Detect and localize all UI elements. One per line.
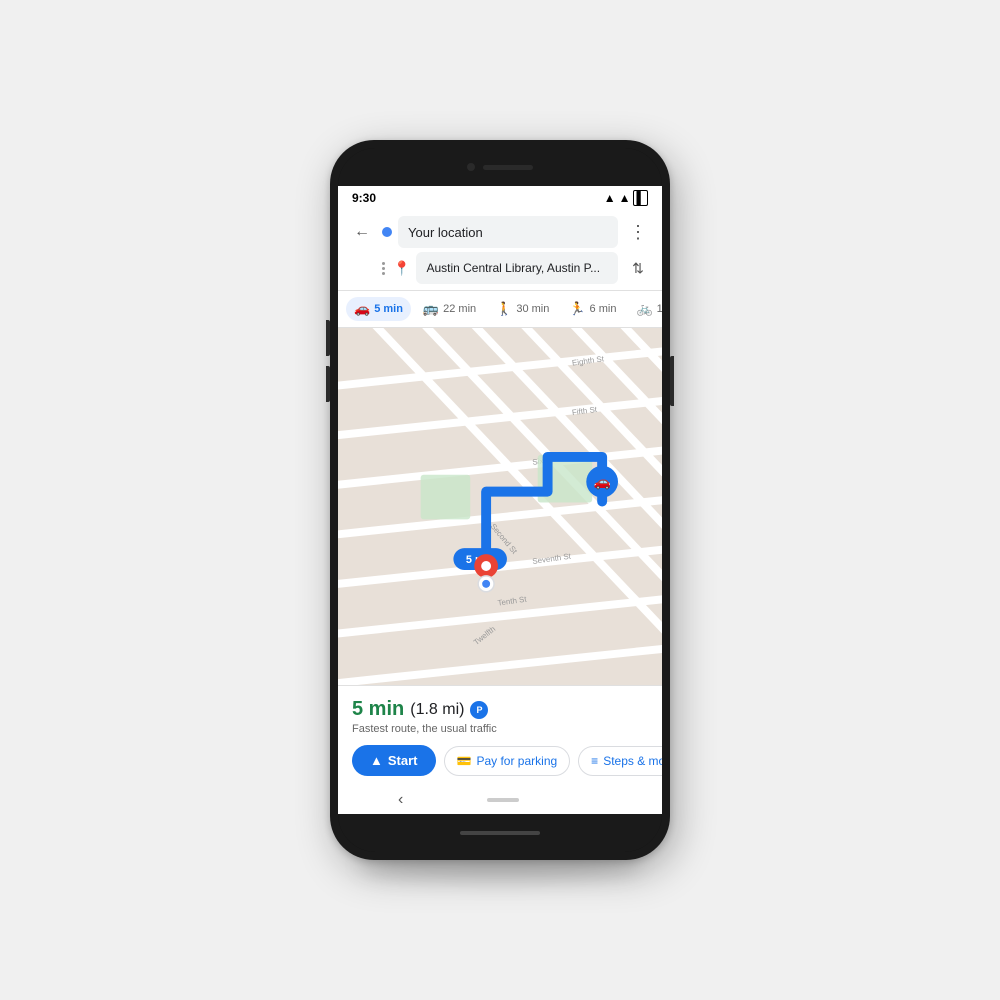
- route-info: 5 min (1.8 mi) P: [352, 698, 648, 721]
- left-side-buttons: [326, 320, 330, 402]
- running-icon: 🏃: [569, 301, 585, 317]
- driving-icon: 🚗: [354, 301, 370, 317]
- origin-row: ← ⋮: [348, 216, 652, 248]
- home-nav-bar[interactable]: [487, 798, 519, 802]
- walking-icon: 🚶: [496, 301, 512, 317]
- signal-icon: ▲: [619, 191, 631, 205]
- tab-running[interactable]: 🏃 6 min: [561, 297, 624, 321]
- start-label: Start: [388, 753, 418, 768]
- start-button[interactable]: ▲ Start: [352, 745, 436, 776]
- top-bezel: [338, 148, 662, 186]
- phone-frame: 9:30 ▲ ▲ ▌ ← ⋮: [330, 140, 670, 860]
- transport-tabs: 🚗 5 min 🚌 22 min 🚶 30 min 🏃 6 min: [338, 291, 662, 328]
- screen-content: 9:30 ▲ ▲ ▌ ← ⋮: [338, 186, 662, 814]
- bottom-bezel: [338, 814, 662, 852]
- right-side-buttons: [670, 356, 674, 406]
- route-time: 5 min: [352, 698, 404, 721]
- route-distance: (1.8 mi): [410, 701, 464, 719]
- origin-input[interactable]: [398, 216, 618, 248]
- map-svg: Eighth St Fifth St Sixth St Seventh St T…: [338, 328, 662, 685]
- destination-input[interactable]: [416, 252, 618, 284]
- tab-walking[interactable]: 🚶 30 min: [488, 297, 557, 321]
- wifi-icon: ▲: [604, 191, 616, 205]
- camera: [467, 163, 475, 171]
- tab-driving[interactable]: 🚗 5 min: [346, 297, 411, 321]
- tab-cycling[interactable]: 🚲 10 m: [628, 297, 662, 321]
- speaker: [483, 165, 533, 170]
- home-indicator: [460, 831, 540, 835]
- bottom-panel: 5 min (1.8 mi) P Fastest route, the usua…: [338, 685, 662, 786]
- destination-row: 📍 ⇅: [382, 252, 652, 284]
- transit-time: 22 min: [443, 303, 476, 315]
- route-subtitle: Fastest route, the usual traffic: [352, 723, 648, 735]
- cycling-time: 10 m: [657, 303, 662, 315]
- status-icons: ▲ ▲ ▌: [604, 190, 648, 206]
- phone-screen: 9:30 ▲ ▲ ▌ ← ⋮: [338, 148, 662, 852]
- destination-pin-icon: 📍: [393, 260, 410, 277]
- pay-parking-button[interactable]: 💳 Pay for parking: [444, 746, 571, 776]
- route-dots: [382, 262, 385, 275]
- transit-icon: 🚌: [423, 301, 439, 317]
- map-view[interactable]: Eighth St Fifth St Sixth St Seventh St T…: [338, 328, 662, 685]
- start-icon: ▲: [370, 753, 383, 768]
- driving-time: 5 min: [374, 303, 403, 315]
- origin-dot: [382, 227, 392, 237]
- pay-parking-label: Pay for parking: [476, 754, 557, 768]
- navigation-header: ← ⋮ 📍 ⇅: [338, 210, 662, 291]
- card-icon: 💳: [457, 754, 472, 768]
- svg-text:🚗: 🚗: [594, 474, 611, 491]
- status-bar: 9:30 ▲ ▲ ▌: [338, 186, 662, 210]
- parking-badge: P: [470, 701, 488, 719]
- back-button[interactable]: ←: [348, 218, 376, 246]
- status-time: 9:30: [352, 191, 376, 205]
- back-nav-icon[interactable]: ‹: [398, 791, 403, 809]
- system-nav-bar: ‹: [338, 786, 662, 814]
- battery-icon: ▌: [633, 190, 648, 206]
- running-time: 6 min: [590, 303, 617, 315]
- more-button[interactable]: ⋮: [624, 218, 652, 246]
- action-buttons: ▲ Start 💳 Pay for parking ≡ Steps & more: [352, 745, 648, 776]
- swap-button[interactable]: ⇅: [624, 254, 652, 282]
- steps-more-button[interactable]: ≡ Steps & more: [578, 746, 662, 776]
- walking-time: 30 min: [516, 303, 549, 315]
- steps-label: Steps & more: [603, 754, 662, 768]
- steps-icon: ≡: [591, 754, 598, 768]
- tab-transit[interactable]: 🚌 22 min: [415, 297, 484, 321]
- cycling-icon: 🚲: [636, 301, 652, 317]
